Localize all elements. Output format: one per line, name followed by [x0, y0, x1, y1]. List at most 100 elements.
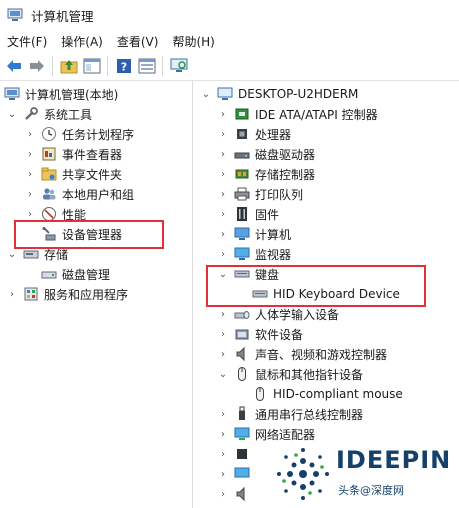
- device-hid-mouse[interactable]: HID-compliant mouse: [252, 384, 403, 404]
- device-category-processors[interactable]: › 处理器: [217, 124, 291, 144]
- device-category-partial-3[interactable]: ›: [217, 484, 255, 504]
- device-category-print-queues[interactable]: › 打印队列: [217, 184, 303, 204]
- device-category-partial-1[interactable]: ›: [217, 444, 255, 464]
- chevron-right-icon[interactable]: ›: [217, 128, 229, 140]
- tree-item-disk-management[interactable]: 磁盘管理: [41, 264, 110, 284]
- chevron-down-icon[interactable]: ⌄: [6, 248, 18, 260]
- chevron-right-icon[interactable]: ›: [24, 168, 36, 180]
- device-category-mice[interactable]: ⌄ 鼠标和其他指针设备: [217, 364, 363, 384]
- device-category-firmware[interactable]: › 固件: [217, 204, 279, 224]
- chevron-down-icon[interactable]: ⌄: [6, 108, 18, 120]
- tree-item-local-users[interactable]: › 本地用户和组: [24, 184, 134, 204]
- toolbar-separator: [107, 56, 108, 76]
- toolbar: ?: [0, 52, 459, 81]
- usb-icon: [234, 406, 250, 422]
- device-category-computer[interactable]: › 计算机: [217, 224, 291, 244]
- forward-button[interactable]: [26, 55, 48, 77]
- console-tree-icon: [83, 58, 101, 74]
- chevron-right-icon[interactable]: ›: [217, 208, 229, 220]
- menu-file[interactable]: 文件(F): [0, 33, 54, 50]
- computer-icon: [234, 226, 250, 242]
- chevron-right-icon[interactable]: ›: [217, 148, 229, 160]
- toolbar-separator: [162, 56, 163, 76]
- chevron-right-icon[interactable]: ›: [24, 188, 36, 200]
- chevron-right-icon[interactable]: ›: [217, 428, 229, 440]
- device-category-partial-2[interactable]: ›: [217, 464, 255, 484]
- chevron-right-icon[interactable]: ›: [217, 168, 229, 180]
- tree-item-task-scheduler[interactable]: › 任务计划程序: [24, 124, 134, 144]
- menu-bar: 文件(F) 操作(A) 查看(V) 帮助(H): [0, 30, 459, 52]
- device-category-label: 存储控制器: [255, 167, 316, 182]
- monitor-icon: [234, 246, 250, 262]
- tree-item-label: 本地用户和组: [62, 187, 135, 202]
- chevron-right-icon[interactable]: ›: [24, 208, 36, 220]
- chevron-down-icon[interactable]: ⌄: [217, 368, 229, 380]
- computer-management-icon: [7, 8, 23, 21]
- device-root[interactable]: ⌄ DESKTOP-U2HDERM: [200, 84, 359, 104]
- chevron-right-icon[interactable]: ›: [217, 308, 229, 320]
- device-category-label: 固件: [255, 207, 280, 222]
- speaker-icon: [234, 486, 250, 502]
- chevron-right-icon[interactable]: ›: [217, 488, 229, 500]
- device-category-label: 处理器: [255, 127, 292, 142]
- menu-view[interactable]: 查看(V): [110, 33, 166, 50]
- chevron-right-icon[interactable]: ›: [24, 148, 36, 160]
- back-button[interactable]: [3, 55, 25, 77]
- device-category-label: 鼠标和其他指针设备: [255, 367, 364, 382]
- title-bar: 计算机管理: [0, 0, 459, 30]
- chevron-right-icon[interactable]: ›: [217, 228, 229, 240]
- help-icon: ?: [117, 59, 131, 74]
- tree-item-event-viewer[interactable]: › 事件查看器: [24, 144, 122, 164]
- tree-item-shared-folders[interactable]: › 共享文件夹: [24, 164, 122, 184]
- device-category-ide[interactable]: › IDE ATA/ATAPI 控制器: [217, 104, 378, 124]
- chevron-right-icon[interactable]: ›: [217, 328, 229, 340]
- hid-icon: [234, 306, 250, 322]
- chevron-right-icon[interactable]: ›: [217, 108, 229, 120]
- brand-logo-icon: [277, 448, 329, 500]
- device-category-label: 通用串行总线控制器: [255, 407, 364, 422]
- disk-icon: [41, 266, 57, 282]
- tree-item-label: 服务和应用程序: [44, 287, 129, 302]
- chevron-down-icon[interactable]: ⌄: [200, 88, 212, 100]
- device-category-software-devices[interactable]: › 软件设备: [217, 324, 303, 344]
- folder-up-icon: [60, 60, 78, 74]
- monitor-scan-icon: [170, 58, 188, 72]
- menu-help[interactable]: 帮助(H): [165, 33, 221, 50]
- svg-text:?: ?: [121, 61, 127, 74]
- device-icon: [234, 446, 250, 462]
- device-category-storage-controllers[interactable]: › 存储控制器: [217, 164, 315, 184]
- scan-hardware-button[interactable]: [168, 55, 190, 77]
- tree-item-root[interactable]: 计算机管理(本地): [4, 84, 118, 104]
- properties-button[interactable]: [136, 55, 158, 77]
- show-hide-tree-button[interactable]: [81, 55, 103, 77]
- device-category-hid[interactable]: › 人体学输入设备: [217, 304, 339, 324]
- device-category-disk-drives[interactable]: › 磁盘驱动器: [217, 144, 315, 164]
- back-arrow-icon: [7, 60, 21, 72]
- help-button[interactable]: ?: [113, 55, 135, 77]
- watermark-caption: 头条@深度网: [336, 482, 406, 498]
- chevron-right-icon[interactable]: ›: [217, 468, 229, 480]
- chevron-right-icon[interactable]: ›: [217, 248, 229, 260]
- tree-item-label: 共享文件夹: [62, 167, 123, 182]
- chevron-right-icon[interactable]: ›: [217, 408, 229, 420]
- storage-controller-icon: [234, 166, 250, 182]
- device-label: HID-compliant mouse: [273, 387, 403, 401]
- tree-item-system-tools[interactable]: ⌄ 系统工具: [6, 104, 92, 124]
- up-folder-button[interactable]: [58, 55, 80, 77]
- chevron-right-icon[interactable]: ›: [217, 348, 229, 360]
- chevron-right-icon[interactable]: ›: [6, 288, 18, 300]
- chevron-right-icon[interactable]: ›: [24, 128, 36, 140]
- device-category-monitors[interactable]: › 监视器: [217, 244, 291, 264]
- device-category-label: 监视器: [255, 247, 292, 262]
- chevron-right-icon[interactable]: ›: [217, 448, 229, 460]
- chevron-right-icon[interactable]: ›: [217, 188, 229, 200]
- device-category-label: 打印队列: [255, 187, 304, 202]
- watermark-brand: IDEEPIN: [336, 446, 452, 474]
- menu-action[interactable]: 操作(A): [54, 33, 110, 50]
- tree-item-services[interactable]: › 服务和应用程序: [6, 284, 128, 304]
- device-category-usb[interactable]: › 通用串行总线控制器: [217, 404, 363, 424]
- computer-management-icon: [4, 86, 20, 102]
- tree-item-label: 任务计划程序: [62, 127, 135, 142]
- device-category-sound[interactable]: › 声音、视频和游戏控制器: [217, 344, 387, 364]
- speaker-icon: [234, 346, 250, 362]
